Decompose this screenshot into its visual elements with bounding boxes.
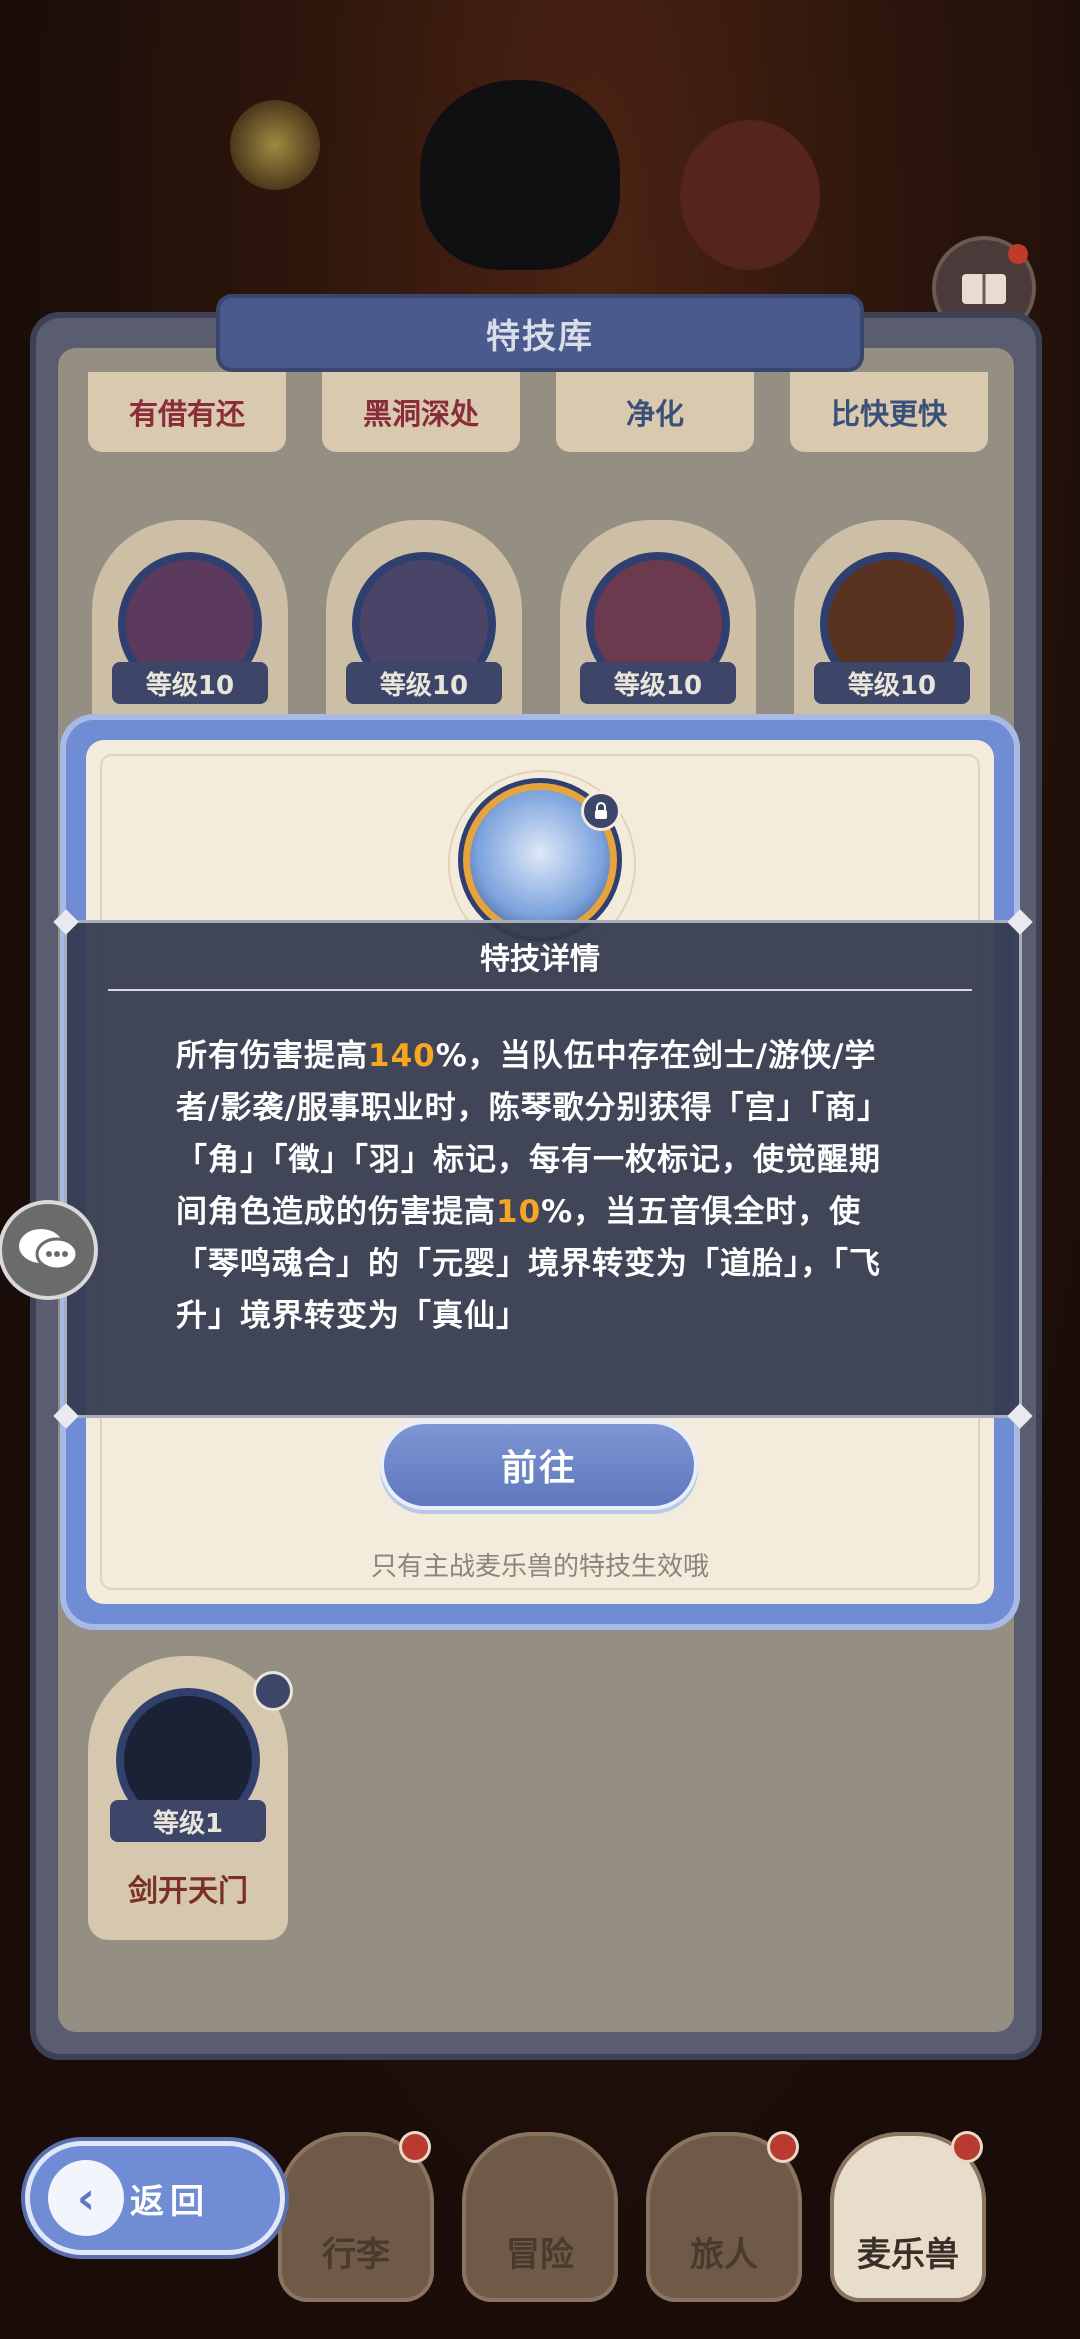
nav-traveler[interactable]: 旅人 [646, 2132, 802, 2302]
notification-dot [954, 2134, 980, 2160]
highlight-value: 10 [496, 1194, 542, 1230]
chat-button[interactable] [2, 1204, 94, 1296]
nav-label: 麦乐兽 [857, 2235, 959, 2275]
lock-glyph [595, 802, 607, 819]
level-badge: 等级10 [112, 662, 268, 704]
skill-card[interactable]: 等级10 [326, 520, 522, 740]
level-badge: 等级10 [580, 662, 736, 704]
skill-tab-4[interactable]: 比快更快 [790, 372, 988, 452]
main-battle-note: 只有主战麦乐兽的特技生效哦 [370, 1552, 709, 1582]
nav-label: 旅人 [690, 2235, 758, 2275]
tooltip-title: 特技详情 [480, 942, 600, 977]
body-text: 所有伤害提高 [176, 1038, 368, 1074]
skill-tab-2[interactable]: 黑洞深处 [322, 372, 520, 452]
skill-tab-label: 比快更快 [830, 397, 947, 431]
notification-dot [402, 2134, 428, 2160]
nav-luggage[interactable]: 行李 [278, 2132, 434, 2302]
tooltip-body: 所有伤害提高140%，当队伍中存在剑士/游侠/学者/影袭/服事职业时，陈琴歌分别… [176, 1030, 896, 1342]
chat-bubbles-icon [19, 1229, 79, 1271]
nav-label: 冒险 [506, 2235, 574, 2275]
nav-label: 行李 [322, 2235, 390, 2275]
tooltip-divider [108, 989, 972, 991]
back-button[interactable]: ‹ 返回 [30, 2146, 280, 2250]
skill-tab-label: 黑洞深处 [362, 397, 479, 431]
level-badge: 等级10 [814, 662, 970, 704]
skill-name: 剑开天门 [128, 1874, 248, 1909]
owned-skill-card[interactable]: 等级1 剑开天门 [88, 1656, 290, 1940]
level-badge: 等级10 [346, 662, 502, 704]
notification-dot [770, 2134, 796, 2160]
go-button[interactable]: 前往 [384, 1424, 694, 1506]
skill-tab-1[interactable]: 有借有还 [88, 372, 286, 452]
highlight-value: 140 [368, 1038, 436, 1074]
lock-icon [256, 1674, 290, 1708]
skill-card[interactable]: 等级10 [560, 520, 756, 740]
back-arrow-icon: ‹ [48, 2160, 124, 2236]
skill-tab-label: 净化 [625, 397, 684, 431]
nav-mailebeast[interactable]: 麦乐兽 [830, 2132, 986, 2302]
back-label: 返回 [130, 2181, 210, 2222]
skill-card[interactable]: 等级10 [92, 520, 288, 740]
skill-tab-label: 有借有还 [128, 397, 245, 431]
skill-tab-3[interactable]: 净化 [556, 372, 754, 452]
lock-icon [584, 794, 618, 828]
library-title: 特技库 [486, 316, 594, 357]
level-badge: 等级1 [110, 1800, 266, 1842]
nav-adventure[interactable]: 冒险 [462, 2132, 618, 2302]
skill-card[interactable]: 等级10 [794, 520, 990, 740]
notification-dot [1008, 244, 1028, 264]
